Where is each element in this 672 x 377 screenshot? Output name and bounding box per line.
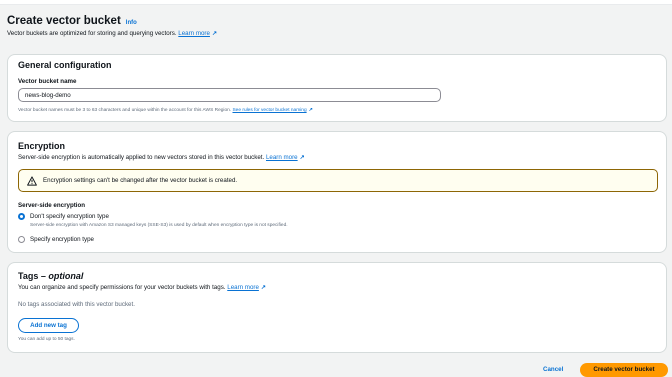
tags-limit-text: You can add up to 50 tags. <box>18 337 75 342</box>
encryption-description: Server-side encryption is automatically … <box>18 154 305 161</box>
radio-dont-specify-description: Server-side encryption with Amazon S3 ma… <box>30 223 288 228</box>
external-link-icon: ↗ <box>308 107 313 113</box>
encryption-warning-text: Encryption settings can't be changed aft… <box>43 177 238 184</box>
tags-optional-label: optional <box>48 271 84 281</box>
bucket-name-hint: Vector bucket names must be 3 to 63 char… <box>18 107 313 113</box>
sse-label: Server-side encryption <box>18 202 86 209</box>
page-description: Vector buckets are optimized for storing… <box>7 30 217 37</box>
naming-rules-link[interactable]: See rules for vector bucket naming <box>232 108 306 113</box>
page-title: Create vector bucket <box>7 15 121 27</box>
radio-specify-label: Specify encryption type <box>30 236 94 243</box>
general-configuration-title: General configuration <box>18 60 112 70</box>
radio-specify[interactable]: Specify encryption type <box>18 236 94 243</box>
radio-dont-specify[interactable]: Don't specify encryption type <box>18 213 109 220</box>
learn-more-link[interactable]: Learn more <box>178 30 210 37</box>
external-link-icon: ↗ <box>260 285 266 291</box>
radio-unselected-icon[interactable] <box>18 236 25 243</box>
create-vector-bucket-button[interactable]: Create vector bucket <box>580 363 668 377</box>
add-new-tag-button[interactable]: Add new tag <box>18 318 79 333</box>
encryption-title: Encryption <box>18 141 66 151</box>
encryption-learn-more-link[interactable]: Learn more <box>266 154 298 161</box>
warning-icon <box>27 175 37 186</box>
tags-empty-text: No tags associated with this vector buck… <box>18 301 135 308</box>
radio-dont-specify-label: Don't specify encryption type <box>30 213 109 220</box>
info-link[interactable]: Info <box>126 20 137 26</box>
tags-title-text: Tags <box>18 271 39 281</box>
radio-selected-icon[interactable] <box>18 213 25 220</box>
tags-panel: Tags – optional You can organize and spe… <box>7 262 667 353</box>
encryption-description-text: Server-side encryption is automatically … <box>18 154 265 161</box>
external-link-icon: ↗ <box>211 31 217 37</box>
tags-description-text: You can organize and specify permissions… <box>18 284 226 291</box>
general-configuration-panel: General configuration Vector bucket name… <box>7 54 667 122</box>
page-description-text: Vector buckets are optimized for storing… <box>7 30 177 37</box>
bucket-name-hint-text: Vector bucket names must be 3 to 63 char… <box>18 108 232 113</box>
page-header: Create vector bucket Info Vector buckets… <box>7 15 217 37</box>
vector-bucket-name-input[interactable] <box>18 88 441 102</box>
tags-title: Tags – optional <box>18 271 84 281</box>
encryption-warning-alert: Encryption settings can't be changed aft… <box>18 169 658 192</box>
form-footer: Cancel Create vector bucket <box>0 362 672 377</box>
encryption-panel: Encryption Server-side encryption is aut… <box>7 131 667 253</box>
tags-description: You can organize and specify permissions… <box>18 284 266 291</box>
top-divider <box>0 0 672 5</box>
vector-bucket-name-label: Vector bucket name <box>18 78 77 85</box>
external-link-icon: ↗ <box>299 155 305 161</box>
tags-learn-more-link[interactable]: Learn more <box>227 284 259 291</box>
